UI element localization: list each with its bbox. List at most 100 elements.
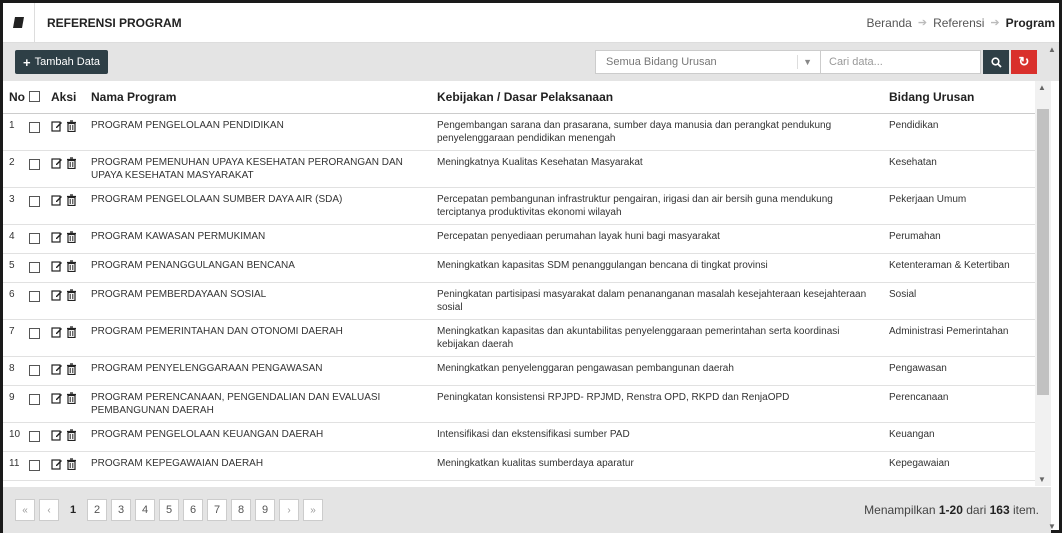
edit-icon[interactable] (51, 194, 63, 206)
next-page-button[interactable]: › (279, 499, 299, 521)
table-header-row: No Aksi Nama Program Kebijakan / Dasar P… (3, 81, 1035, 114)
add-data-button[interactable]: + Tambah Data (15, 50, 109, 74)
column-header-nama-program[interactable]: Nama Program (87, 81, 433, 114)
scroll-up-icon[interactable]: ▲ (1048, 45, 1056, 54)
row-bidang-urusan: Perencanaan (885, 385, 1035, 423)
edit-icon[interactable] (51, 458, 63, 470)
column-header-bidang-urusan[interactable]: Bidang Urusan (885, 81, 1035, 114)
trash-icon[interactable] (66, 230, 77, 243)
edit-icon[interactable] (51, 392, 63, 404)
trash-icon[interactable] (66, 457, 77, 470)
row-actions (47, 356, 87, 386)
row-checkbox[interactable] (29, 364, 40, 376)
row-kebijakan: Percepatan penyediaan perumahan layak hu… (433, 224, 885, 254)
row-checkbox[interactable] (29, 232, 40, 244)
page-scrollbar[interactable]: ▲ ▼ (1045, 43, 1059, 533)
edit-icon[interactable] (51, 231, 63, 243)
row-actions (47, 282, 87, 320)
arrow-right-icon: ➔ (990, 17, 1000, 29)
page-button-4[interactable]: 4 (135, 499, 155, 521)
last-page-button[interactable]: » (303, 499, 323, 521)
row-select-cell (25, 356, 47, 386)
arrow-right-icon: ➔ (917, 17, 928, 29)
row-bidang-urusan: Pengawasan (885, 356, 1035, 386)
page-button-7[interactable]: 7 (207, 499, 227, 521)
select-all-checkbox[interactable] (29, 91, 40, 103)
column-header-kebijakan[interactable]: Kebijakan / Dasar Pelaksanaan (433, 81, 885, 114)
row-number: 3 (3, 187, 25, 225)
scroll-down-icon[interactable]: ▼ (1048, 522, 1056, 531)
row-number: 4 (3, 224, 25, 254)
page-button-1[interactable]: 1 (63, 499, 83, 521)
page-button-2[interactable]: 2 (87, 499, 107, 521)
row-select-cell (25, 187, 47, 225)
row-bidang-urusan: Sosial (885, 282, 1035, 320)
row-nama-program: PROGRAM KAWASAN PERMUKIMAN (87, 224, 433, 254)
row-bidang-urusan: Pekerjaan Umum (885, 187, 1035, 225)
edit-icon[interactable] (51, 326, 63, 338)
row-checkbox[interactable] (29, 327, 40, 339)
row-checkbox[interactable] (29, 121, 40, 133)
trash-icon[interactable] (66, 362, 77, 375)
table-body: 1 PROGRAM PENGELOLAAN PENDIDIKAN Pengemban… (3, 113, 1035, 481)
search-icon (990, 56, 1002, 68)
trash-icon[interactable] (66, 259, 77, 272)
book-icon (3, 2, 35, 43)
row-kebijakan: Meningkatkan kapasitas SDM penanggulanga… (433, 253, 885, 283)
row-nama-program: PROGRAM KEPEGAWAIAN DAERAH (87, 451, 433, 481)
row-actions (47, 224, 87, 254)
bidang-urusan-select-value: Semua Bidang Urusan (606, 56, 717, 68)
row-checkbox[interactable] (29, 459, 40, 471)
refresh-button[interactable]: ↻ (1011, 50, 1037, 74)
table-row: 4 PROGRAM KAWASAN PERMUKIMAN Percepatan pe… (3, 224, 1035, 254)
row-select-cell (25, 113, 47, 151)
edit-icon[interactable] (51, 157, 63, 169)
row-checkbox[interactable] (29, 261, 40, 273)
page-button-9[interactable]: 9 (255, 499, 275, 521)
row-checkbox[interactable] (29, 430, 40, 442)
edit-icon[interactable] (51, 260, 63, 272)
row-select-cell (25, 451, 47, 481)
row-select-cell (25, 422, 47, 452)
program-table: No Aksi Nama Program Kebijakan / Dasar P… (3, 81, 1035, 481)
row-checkbox[interactable] (29, 393, 40, 405)
edit-icon[interactable] (51, 289, 63, 301)
row-actions (47, 187, 87, 225)
trash-icon[interactable] (66, 391, 77, 404)
page-button-5[interactable]: 5 (159, 499, 179, 521)
row-select-cell (25, 319, 47, 357)
row-number: 9 (3, 385, 25, 423)
trash-icon[interactable] (66, 156, 77, 169)
first-page-button[interactable]: « (15, 499, 35, 521)
row-nama-program: PROGRAM PENGELOLAAN PENDIDIKAN (87, 113, 433, 151)
breadcrumb-beranda[interactable]: Beranda (866, 16, 911, 30)
edit-icon[interactable] (51, 363, 63, 375)
row-number: 6 (3, 282, 25, 320)
row-actions (47, 319, 87, 357)
page-button-3[interactable]: 3 (111, 499, 131, 521)
prev-page-button[interactable]: ‹ (39, 499, 59, 521)
edit-icon[interactable] (51, 429, 63, 441)
page-button-8[interactable]: 8 (231, 499, 251, 521)
edit-icon[interactable] (51, 120, 63, 132)
table-row: 7 PROGRAM PEMERINTAHAN DAN OTONOMI DAERAH… (3, 319, 1035, 357)
trash-icon[interactable] (66, 119, 77, 132)
table-row: 11 PROGRAM KEPEGAWAIAN DAERAH Meningkatkan… (3, 451, 1035, 481)
row-kebijakan: Meningkatkan kapasitas dan akuntabilitas… (433, 319, 885, 357)
trash-icon[interactable] (66, 288, 77, 301)
row-checkbox[interactable] (29, 290, 40, 302)
trash-icon[interactable] (66, 325, 77, 338)
trash-icon[interactable] (66, 428, 77, 441)
page-button-6[interactable]: 6 (183, 499, 203, 521)
row-kebijakan: Intensifikasi dan ekstensifikasi sumber … (433, 422, 885, 452)
row-checkbox[interactable] (29, 195, 40, 207)
trash-icon[interactable] (66, 193, 77, 206)
breadcrumb-referensi[interactable]: Referensi (933, 16, 984, 30)
bidang-urusan-select[interactable]: Semua Bidang Urusan ▼ (595, 50, 821, 74)
row-kebijakan: Meningkatkan kualitas sumberdaya aparatu… (433, 451, 885, 481)
row-checkbox[interactable] (29, 158, 40, 170)
search-button[interactable] (983, 50, 1009, 74)
plus-icon: + (23, 54, 31, 70)
row-number: 7 (3, 319, 25, 357)
search-input[interactable]: Cari data... (821, 50, 981, 74)
